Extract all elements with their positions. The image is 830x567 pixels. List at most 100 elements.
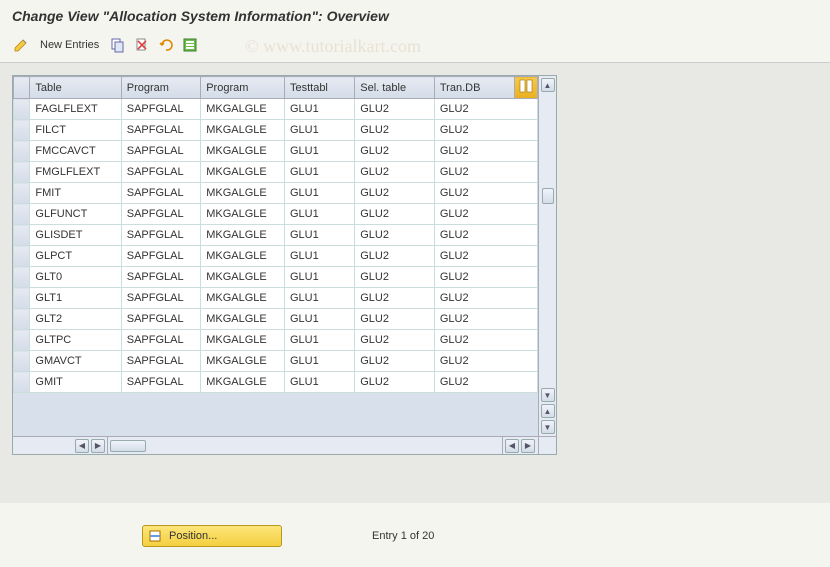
cell-table[interactable]: GLT1 [30,288,121,309]
cell-sel-table[interactable]: GLU2 [355,267,435,288]
table-row[interactable]: GLFUNCTSAPFGLALMKGALGLEGLU1GLU2GLU2 [14,204,538,225]
cell-program2[interactable]: MKGALGLE [201,162,285,183]
cell-table[interactable]: GMAVCT [30,351,121,372]
row-selector[interactable] [14,204,30,225]
cell-program2[interactable]: MKGALGLE [201,225,285,246]
row-selector[interactable] [14,225,30,246]
cell-table[interactable]: FAGLFLEXT [30,99,121,120]
cell-table[interactable]: FMIT [30,183,121,204]
horizontal-scrollbar[interactable]: ◀ ▶ ◀ ▶ [13,436,556,454]
new-entries-button[interactable]: New Entries [36,39,103,51]
cell-program1[interactable]: SAPFGLAL [121,288,200,309]
cell-table[interactable]: FMCCAVCT [30,141,121,162]
cell-sel-table[interactable]: GLU2 [355,288,435,309]
table-row[interactable]: GLTPCSAPFGLALMKGALGLEGLU1GLU2GLU2 [14,330,538,351]
column-header-program2[interactable]: Program [201,77,285,99]
cell-tran-db[interactable]: GLU2 [434,351,537,372]
cell-tran-db[interactable]: GLU2 [434,183,537,204]
cell-tran-db[interactable]: GLU2 [434,309,537,330]
position-button[interactable]: Position... [142,525,282,547]
column-header-sel-table[interactable]: Sel. table [355,77,435,99]
row-selector-header[interactable] [14,77,30,99]
cell-testtabl[interactable]: GLU1 [284,267,354,288]
scroll-thumb[interactable] [542,188,554,204]
cell-sel-table[interactable]: GLU2 [355,351,435,372]
row-selector[interactable] [14,162,30,183]
cell-program2[interactable]: MKGALGLE [201,183,285,204]
cell-sel-table[interactable]: GLU2 [355,225,435,246]
column-header-testtabl[interactable]: Testtabl [284,77,354,99]
cell-tran-db[interactable]: GLU2 [434,225,537,246]
cell-sel-table[interactable]: GLU2 [355,162,435,183]
cell-table[interactable]: GLT2 [30,309,121,330]
cell-sel-table[interactable]: GLU2 [355,330,435,351]
cell-table[interactable]: GMIT [30,372,121,393]
row-selector[interactable] [14,330,30,351]
cell-tran-db[interactable]: GLU2 [434,330,537,351]
cell-testtabl[interactable]: GLU1 [284,120,354,141]
scroll-bottom-arrow2[interactable]: ▼ [541,420,555,434]
column-header-program1[interactable]: Program [121,77,200,99]
cell-program1[interactable]: SAPFGLAL [121,372,200,393]
row-selector[interactable] [14,372,30,393]
cell-testtabl[interactable]: GLU1 [284,99,354,120]
row-selector[interactable] [14,351,30,372]
delete-icon[interactable] [133,36,151,54]
table-row[interactable]: GMITSAPFGLALMKGALGLEGLU1GLU2GLU2 [14,372,538,393]
cell-program2[interactable]: MKGALGLE [201,99,285,120]
cell-program2[interactable]: MKGALGLE [201,120,285,141]
select-all-icon[interactable] [181,36,199,54]
h-scroll-thumb[interactable] [110,440,146,452]
cell-program2[interactable]: MKGALGLE [201,351,285,372]
table-row[interactable]: GLT2SAPFGLALMKGALGLEGLU1GLU2GLU2 [14,309,538,330]
cell-program1[interactable]: SAPFGLAL [121,351,200,372]
cell-program1[interactable]: SAPFGLAL [121,330,200,351]
undo-icon[interactable] [157,36,175,54]
cell-program1[interactable]: SAPFGLAL [121,183,200,204]
cell-program2[interactable]: MKGALGLE [201,288,285,309]
cell-table[interactable]: GLPCT [30,246,121,267]
cell-program2[interactable]: MKGALGLE [201,246,285,267]
cell-program1[interactable]: SAPFGLAL [121,141,200,162]
cell-program1[interactable]: SAPFGLAL [121,120,200,141]
scroll-up-arrow[interactable]: ▲ [541,78,555,92]
table-row[interactable]: FAGLFLEXTSAPFGLALMKGALGLEGLU1GLU2GLU2 [14,99,538,120]
table-row[interactable]: GMAVCTSAPFGLALMKGALGLEGLU1GLU2GLU2 [14,351,538,372]
cell-program2[interactable]: MKGALGLE [201,330,285,351]
cell-program1[interactable]: SAPFGLAL [121,267,200,288]
table-row[interactable]: FMGLFLEXTSAPFGLALMKGALGLEGLU1GLU2GLU2 [14,162,538,183]
h-scroll-left-arrow[interactable]: ◀ [75,439,89,453]
cell-testtabl[interactable]: GLU1 [284,288,354,309]
row-selector[interactable] [14,120,30,141]
cell-tran-db[interactable]: GLU2 [434,246,537,267]
cell-testtabl[interactable]: GLU1 [284,225,354,246]
cell-table[interactable]: GLT0 [30,267,121,288]
cell-program1[interactable]: SAPFGLAL [121,162,200,183]
cell-testtabl[interactable]: GLU1 [284,330,354,351]
cell-tran-db[interactable]: GLU2 [434,267,537,288]
h-scroll-right-arrow[interactable]: ▶ [91,439,105,453]
table-row[interactable]: GLISDETSAPFGLALMKGALGLEGLU1GLU2GLU2 [14,225,538,246]
cell-sel-table[interactable]: GLU2 [355,141,435,162]
cell-tran-db[interactable]: GLU2 [434,99,537,120]
cell-sel-table[interactable]: GLU2 [355,120,435,141]
table-row[interactable]: GLPCTSAPFGLALMKGALGLEGLU1GLU2GLU2 [14,246,538,267]
cell-table[interactable]: GLFUNCT [30,204,121,225]
table-row[interactable]: GLT1SAPFGLALMKGALGLEGLU1GLU2GLU2 [14,288,538,309]
cell-table[interactable]: FILCT [30,120,121,141]
table-row[interactable]: FILCTSAPFGLALMKGALGLEGLU1GLU2GLU2 [14,120,538,141]
cell-program2[interactable]: MKGALGLE [201,141,285,162]
row-selector[interactable] [14,309,30,330]
cell-testtabl[interactable]: GLU1 [284,246,354,267]
h-scroll-right-arrow2[interactable]: ▶ [521,439,535,453]
cell-testtabl[interactable]: GLU1 [284,351,354,372]
row-selector[interactable] [14,246,30,267]
cell-testtabl[interactable]: GLU1 [284,162,354,183]
row-selector[interactable] [14,183,30,204]
cell-sel-table[interactable]: GLU2 [355,99,435,120]
cell-table[interactable]: FMGLFLEXT [30,162,121,183]
column-header-tran-db[interactable]: Tran.DB [434,77,514,99]
copy-icon[interactable] [109,36,127,54]
row-selector[interactable] [14,267,30,288]
cell-tran-db[interactable]: GLU2 [434,120,537,141]
